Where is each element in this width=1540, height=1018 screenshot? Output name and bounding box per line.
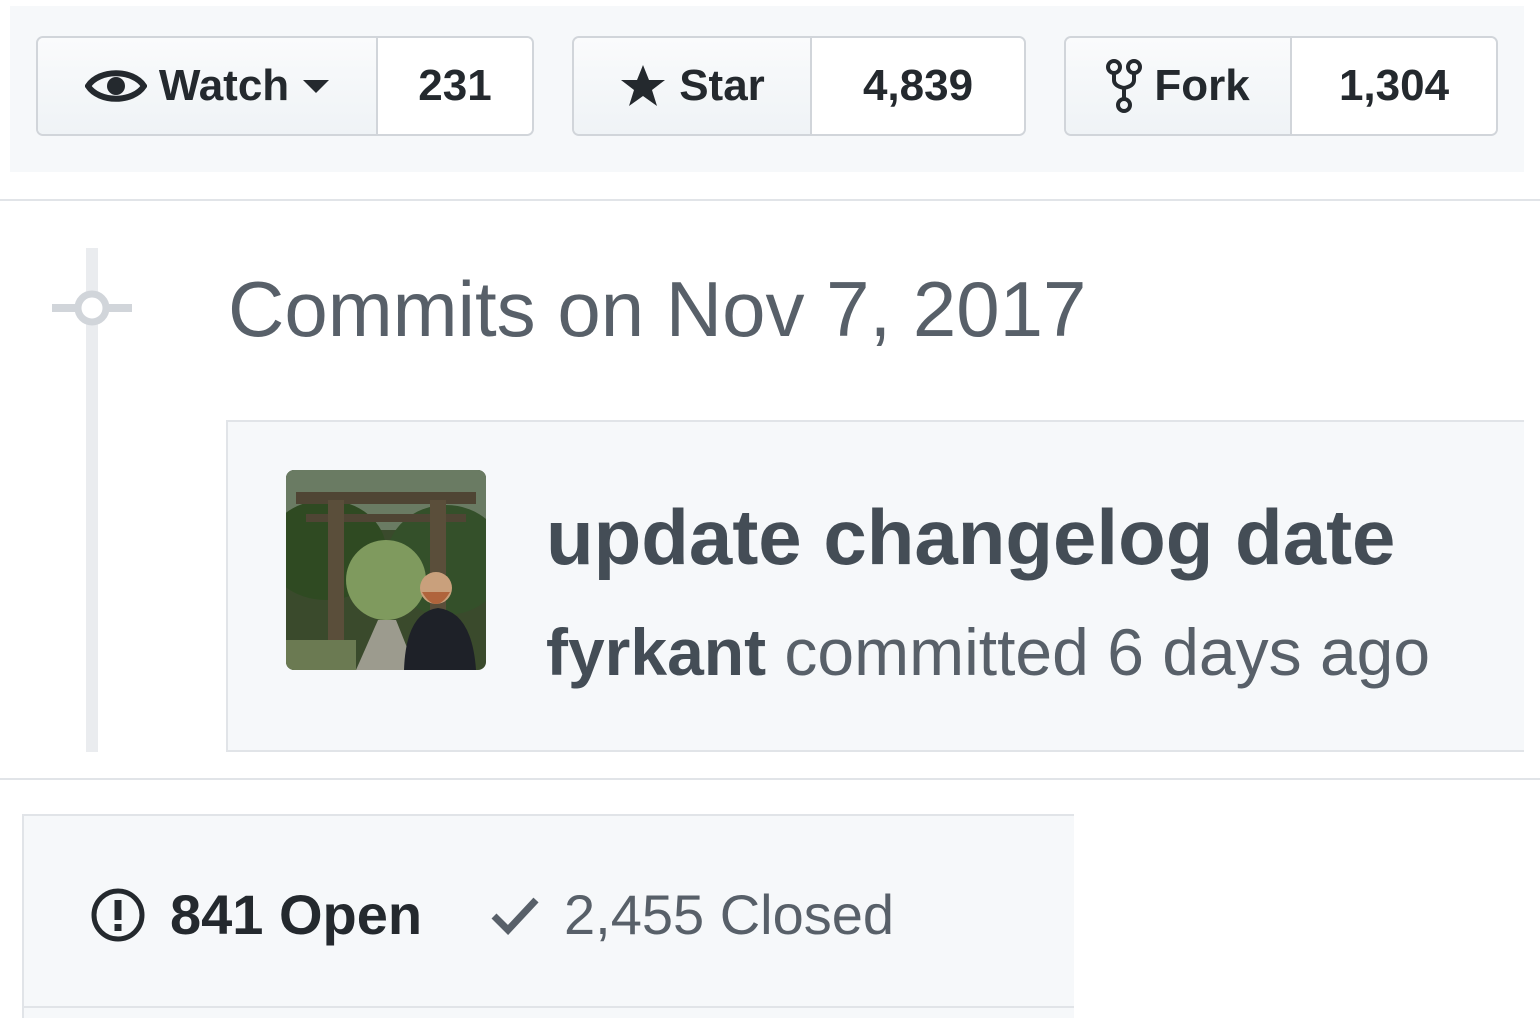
eye-icon (84, 66, 147, 106)
repo-forked-icon (1106, 58, 1143, 114)
fork-count[interactable]: 1,304 (1292, 38, 1496, 134)
chevron-down-icon (303, 79, 330, 93)
repo-actions-bar: Watch 231 Star 4,839 Fork 1,304 (10, 6, 1524, 172)
star-count[interactable]: 4,839 (812, 38, 1024, 134)
commit-item: update changelog date fyrkant committed … (226, 420, 1524, 752)
commit-action: committed (784, 615, 1089, 689)
issue-opened-icon (90, 887, 146, 943)
section-divider (0, 778, 1540, 780)
fork-button-group: Fork 1,304 (1064, 36, 1498, 136)
star-button[interactable]: Star (574, 38, 812, 134)
commit-author-link[interactable]: fyrkant (546, 615, 766, 689)
watch-button[interactable]: Watch (38, 38, 378, 134)
watch-label: Watch (158, 61, 290, 110)
star-label: Star (679, 61, 765, 110)
check-icon (490, 895, 540, 935)
commit-meta: fyrkant committed 6 days ago (546, 614, 1430, 690)
fork-label: Fork (1154, 61, 1250, 110)
open-issues-tab[interactable]: 841 Open (90, 882, 422, 947)
commits-group-heading: Commits on Nov 7, 2017 (228, 265, 1087, 353)
section-divider (0, 199, 1540, 201)
watch-count[interactable]: 231 (378, 38, 532, 134)
commit-relative-time: 6 days ago (1107, 615, 1431, 689)
star-button-group: Star 4,839 (572, 36, 1026, 136)
issues-states-bar: 841 Open 2,455 Closed (22, 814, 1074, 1018)
open-issues-label: 841 Open (170, 883, 423, 946)
commit-timeline: Commits on Nov 7, 2017 update changelog … (10, 212, 1524, 752)
watch-button-group: Watch 231 (36, 36, 534, 136)
git-commit-icon (52, 286, 132, 335)
author-avatar[interactable] (286, 470, 486, 670)
commit-title-link[interactable]: update changelog date (546, 492, 1395, 583)
closed-issues-label: 2,455 Closed (564, 883, 895, 946)
star-icon (619, 63, 667, 109)
closed-issues-tab[interactable]: 2,455 Closed (490, 882, 894, 947)
fork-button[interactable]: Fork (1066, 38, 1292, 134)
